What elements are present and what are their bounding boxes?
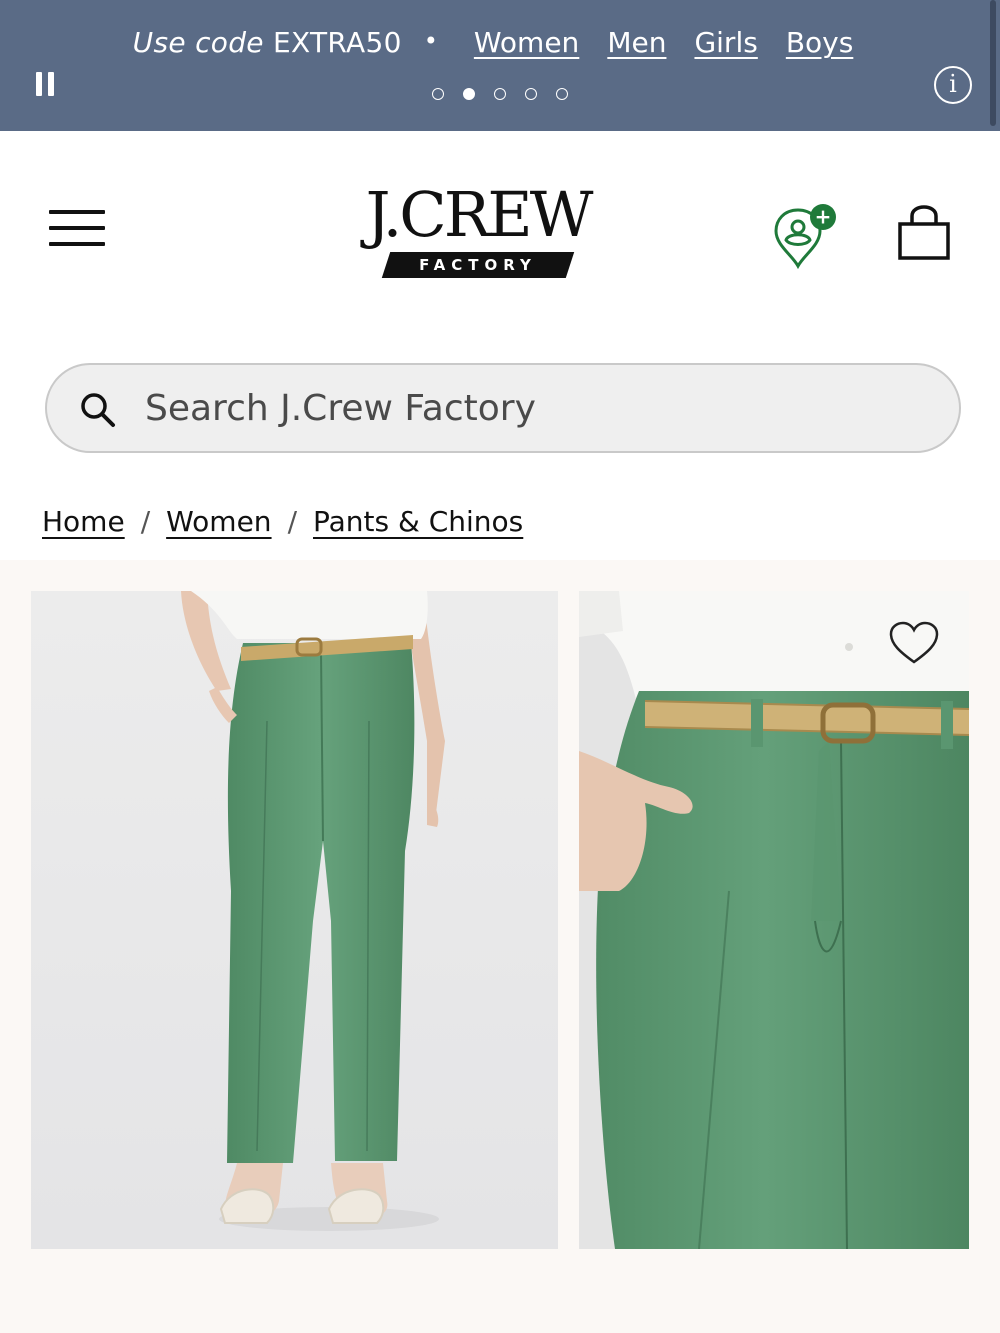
breadcrumb-separator: / bbox=[140, 505, 151, 538]
breadcrumb-women[interactable]: Women bbox=[166, 505, 271, 538]
search-input[interactable] bbox=[145, 381, 925, 435]
breadcrumb: Home / Women / Pants & Chinos bbox=[42, 505, 523, 538]
menu-icon[interactable] bbox=[49, 210, 107, 246]
product-gallery bbox=[0, 560, 1000, 1333]
promo-link-boys[interactable]: Boys bbox=[786, 26, 854, 59]
heart-icon[interactable] bbox=[888, 620, 940, 666]
promo-link-men[interactable]: Men bbox=[607, 26, 666, 59]
carousel-dot[interactable] bbox=[432, 88, 444, 100]
breadcrumb-pants-chinos[interactable]: Pants & Chinos bbox=[313, 505, 523, 538]
logo-subtitle: FACTORY bbox=[419, 256, 537, 274]
carousel-dot[interactable] bbox=[556, 88, 568, 100]
promo-link-women[interactable]: Women bbox=[474, 26, 579, 59]
product-image-closeup[interactable] bbox=[579, 591, 969, 1249]
search-bar[interactable] bbox=[45, 363, 961, 453]
promo-banner: Use code EXTRA50 • Women Men Girls Boys i bbox=[0, 0, 1000, 131]
promo-code: EXTRA50 bbox=[273, 26, 402, 59]
breadcrumb-home[interactable]: Home bbox=[42, 505, 125, 538]
scrollbar[interactable] bbox=[990, 0, 996, 126]
bag-icon[interactable] bbox=[894, 204, 954, 264]
logo-wordmark: J.CREW bbox=[365, 178, 594, 251]
promo-message: Use code EXTRA50 • Women Men Girls Boys bbox=[0, 26, 1000, 59]
info-icon[interactable]: i bbox=[934, 66, 972, 104]
jcrew-factory-logo[interactable]: J.CREW FACTORY bbox=[352, 182, 604, 282]
search-icon[interactable] bbox=[79, 391, 117, 429]
carousel-dot[interactable] bbox=[525, 88, 537, 100]
carousel-dots bbox=[0, 88, 1000, 100]
carousel-dot-active[interactable] bbox=[463, 88, 475, 100]
rewards-icon[interactable]: + bbox=[770, 200, 842, 272]
promo-code-text: Use code EXTRA50 bbox=[132, 26, 402, 59]
carousel-dot[interactable] bbox=[494, 88, 506, 100]
promo-link-girls[interactable]: Girls bbox=[694, 26, 757, 59]
breadcrumb-separator: / bbox=[287, 505, 297, 538]
promo-separator: • bbox=[423, 27, 438, 55]
rewards-badge: + bbox=[815, 205, 832, 229]
product-image-full[interactable] bbox=[31, 591, 558, 1249]
